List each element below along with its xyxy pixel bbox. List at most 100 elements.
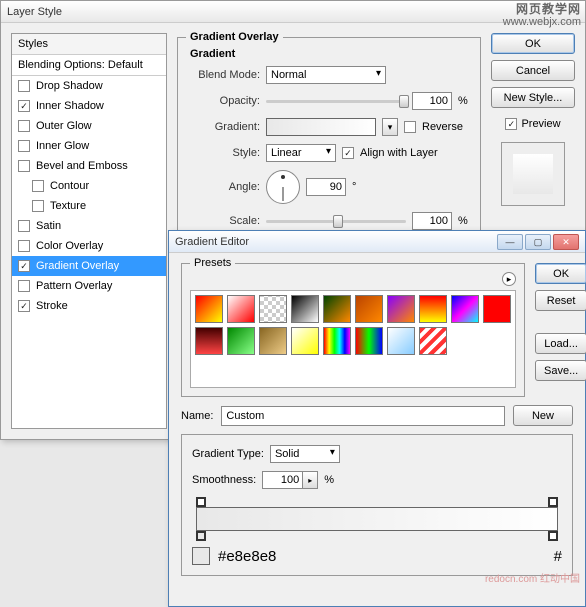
style-checkbox[interactable] bbox=[18, 100, 30, 112]
preset-swatch[interactable] bbox=[355, 327, 383, 355]
minimize-button[interactable]: — bbox=[497, 234, 523, 250]
style-checkbox[interactable] bbox=[18, 240, 30, 252]
opacity-stop-left[interactable] bbox=[196, 497, 206, 507]
scale-slider[interactable] bbox=[266, 220, 406, 223]
style-checkbox[interactable] bbox=[32, 180, 44, 192]
style-label: Inner Shadow bbox=[36, 100, 104, 112]
preset-swatch[interactable] bbox=[355, 295, 383, 323]
gradient-settings-fieldset: Gradient Type: Solid Smoothness: ▸ % bbox=[181, 434, 573, 576]
new-style-button[interactable]: New Style... bbox=[491, 87, 575, 108]
opacity-input[interactable] bbox=[412, 92, 452, 110]
preset-swatch[interactable] bbox=[195, 327, 223, 355]
cancel-button[interactable]: Cancel bbox=[491, 60, 575, 81]
reverse-checkbox[interactable] bbox=[404, 121, 416, 133]
styles-header[interactable]: Styles bbox=[12, 34, 166, 55]
style-select[interactable]: Linear bbox=[266, 144, 336, 162]
preset-swatch[interactable] bbox=[419, 327, 447, 355]
gradient-label: Gradient: bbox=[190, 121, 260, 133]
gradient-bar[interactable] bbox=[192, 497, 562, 541]
smoothness-label: Smoothness: bbox=[192, 474, 256, 486]
layer-style-title: Layer Style bbox=[7, 6, 62, 18]
color-stop-left[interactable] bbox=[196, 531, 206, 541]
style-checkbox[interactable] bbox=[18, 160, 30, 172]
watermark: 网页教学网 www.webjx.com bbox=[503, 3, 581, 28]
preset-swatch[interactable] bbox=[259, 327, 287, 355]
scale-label: Scale: bbox=[190, 215, 260, 227]
preview-checkbox[interactable] bbox=[505, 118, 517, 130]
style-checkbox[interactable] bbox=[18, 260, 30, 272]
preset-swatch[interactable] bbox=[227, 295, 255, 323]
blending-options-item[interactable]: Blending Options: Default bbox=[12, 55, 166, 76]
preview-label: Preview bbox=[521, 118, 560, 130]
style-item-contour[interactable]: Contour bbox=[12, 176, 166, 196]
preset-swatch[interactable] bbox=[323, 327, 351, 355]
ge-reset-button[interactable]: Reset bbox=[535, 290, 586, 311]
style-checkbox[interactable] bbox=[18, 80, 30, 92]
style-item-outer-glow[interactable]: Outer Glow bbox=[12, 116, 166, 136]
preset-swatch[interactable] bbox=[323, 295, 351, 323]
style-checkbox[interactable] bbox=[18, 300, 30, 312]
align-checkbox[interactable] bbox=[342, 147, 354, 159]
style-checkbox[interactable] bbox=[18, 120, 30, 132]
preset-swatch[interactable] bbox=[195, 295, 223, 323]
opacity-stop-right[interactable] bbox=[548, 497, 558, 507]
gradient-editor-title: Gradient Editor bbox=[175, 231, 249, 253]
close-button[interactable]: ✕ bbox=[553, 234, 579, 250]
style-item-inner-shadow[interactable]: Inner Shadow bbox=[12, 96, 166, 116]
reverse-label: Reverse bbox=[422, 121, 463, 133]
preset-swatch[interactable] bbox=[387, 295, 415, 323]
style-item-texture[interactable]: Texture bbox=[12, 196, 166, 216]
ge-new-button[interactable]: New bbox=[513, 405, 573, 426]
style-item-color-overlay[interactable]: Color Overlay bbox=[12, 236, 166, 256]
gradient-dropdown[interactable]: ▾ bbox=[382, 118, 398, 136]
style-item-bevel-and-emboss[interactable]: Bevel and Emboss bbox=[12, 156, 166, 176]
gradient-type-select[interactable]: Solid bbox=[270, 445, 340, 463]
preset-swatch[interactable] bbox=[291, 295, 319, 323]
gradient-overlay-section: Gradient Overlay Gradient Blend Mode: No… bbox=[177, 37, 481, 249]
ge-ok-button[interactable]: OK bbox=[535, 263, 586, 284]
style-item-drop-shadow[interactable]: Drop Shadow bbox=[12, 76, 166, 96]
blend-mode-select[interactable]: Normal bbox=[266, 66, 386, 84]
preset-swatch[interactable] bbox=[387, 327, 415, 355]
preset-swatch[interactable] bbox=[259, 295, 287, 323]
style-label: Drop Shadow bbox=[36, 80, 103, 92]
preset-swatch[interactable] bbox=[291, 327, 319, 355]
preset-swatch[interactable] bbox=[419, 295, 447, 323]
smoothness-input[interactable] bbox=[262, 471, 302, 489]
ok-button[interactable]: OK bbox=[491, 33, 575, 54]
presets-menu-icon[interactable]: ▸ bbox=[502, 272, 516, 286]
angle-dial[interactable] bbox=[266, 170, 300, 204]
style-checkbox[interactable] bbox=[18, 280, 30, 292]
smoothness-unit: % bbox=[324, 474, 334, 486]
angle-input[interactable] bbox=[306, 178, 346, 196]
color-swatch-left[interactable] bbox=[192, 547, 210, 565]
style-checkbox[interactable] bbox=[18, 140, 30, 152]
presets-legend: Presets bbox=[190, 257, 235, 269]
scale-input[interactable] bbox=[412, 212, 452, 230]
preset-swatch[interactable] bbox=[483, 295, 511, 323]
style-item-inner-glow[interactable]: Inner Glow bbox=[12, 136, 166, 156]
ge-load-button[interactable]: Load... bbox=[535, 333, 586, 354]
style-item-gradient-overlay[interactable]: Gradient Overlay bbox=[12, 256, 166, 276]
style-item-stroke[interactable]: Stroke bbox=[12, 296, 166, 316]
style-item-satin[interactable]: Satin bbox=[12, 216, 166, 236]
subsection-label: Gradient bbox=[190, 48, 468, 60]
preset-swatch[interactable] bbox=[227, 327, 255, 355]
name-input[interactable] bbox=[221, 406, 505, 426]
preset-swatch[interactable] bbox=[451, 295, 479, 323]
maximize-button[interactable]: ▢ bbox=[525, 234, 551, 250]
gradient-swatch[interactable] bbox=[266, 118, 376, 136]
angle-label: Angle: bbox=[190, 181, 260, 193]
style-checkbox[interactable] bbox=[18, 220, 30, 232]
opacity-slider[interactable] bbox=[266, 100, 406, 103]
hex-left: #e8e8e8 bbox=[218, 548, 276, 565]
style-label: Bevel and Emboss bbox=[36, 160, 128, 172]
color-stop-right[interactable] bbox=[548, 531, 558, 541]
ge-save-button[interactable]: Save... bbox=[535, 360, 586, 381]
style-item-pattern-overlay[interactable]: Pattern Overlay bbox=[12, 276, 166, 296]
preview-box bbox=[501, 142, 565, 206]
layer-style-titlebar: Layer Style bbox=[1, 1, 585, 23]
style-label: Color Overlay bbox=[36, 240, 103, 252]
smoothness-spinner[interactable]: ▸ bbox=[302, 471, 318, 489]
style-checkbox[interactable] bbox=[32, 200, 44, 212]
